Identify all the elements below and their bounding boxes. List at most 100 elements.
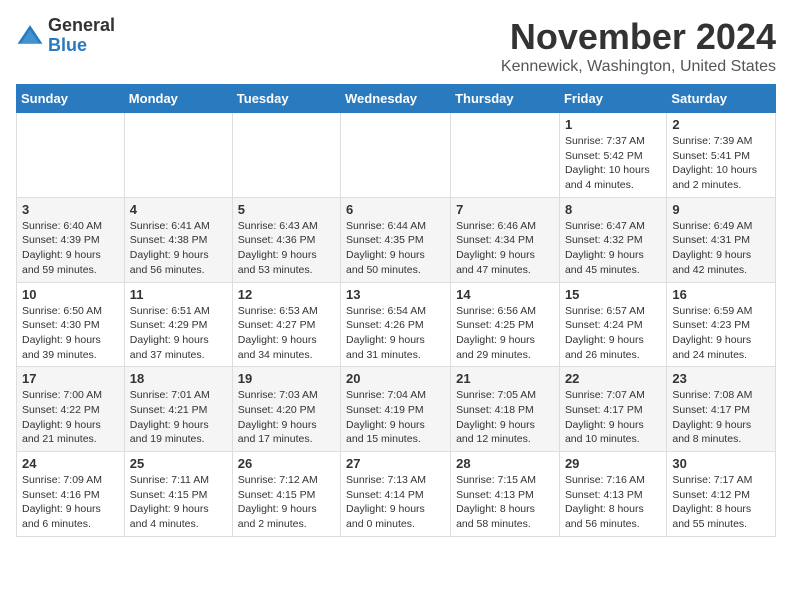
calendar-cell: 20 Sunrise: 7:04 AM Sunset: 4:19 PM Dayli… xyxy=(341,367,451,452)
day-number: 29 xyxy=(565,456,661,471)
day-info: Sunrise: 6:43 AM Sunset: 4:36 PM Dayligh… xyxy=(238,219,335,278)
day-info: Sunrise: 6:56 AM Sunset: 4:25 PM Dayligh… xyxy=(456,304,554,363)
calendar-week-row: 17 Sunrise: 7:00 AM Sunset: 4:22 PM Dayli… xyxy=(17,367,776,452)
day-info: Sunrise: 7:13 AM Sunset: 4:14 PM Dayligh… xyxy=(346,473,445,532)
weekday-header: Tuesday xyxy=(232,85,340,113)
calendar-cell: 11 Sunrise: 6:51 AM Sunset: 4:29 PM Dayli… xyxy=(124,282,232,367)
day-number: 18 xyxy=(130,371,227,386)
day-number: 16 xyxy=(672,287,770,302)
calendar-cell xyxy=(451,113,560,198)
calendar-subtitle: Kennewick, Washington, United States xyxy=(501,58,776,76)
day-number: 3 xyxy=(22,202,119,217)
day-number: 23 xyxy=(672,371,770,386)
calendar-cell: 15Sunrise: 6:57 AM Sunset: 4:24 PM Dayli… xyxy=(559,282,666,367)
weekday-header: Sunday xyxy=(17,85,125,113)
day-info: Sunrise: 7:11 AM Sunset: 4:15 PM Dayligh… xyxy=(130,473,227,532)
calendar-cell: 21Sunrise: 7:05 AM Sunset: 4:18 PM Dayli… xyxy=(451,367,560,452)
weekday-header: Saturday xyxy=(667,85,776,113)
calendar-cell xyxy=(232,113,340,198)
weekday-header: Thursday xyxy=(451,85,560,113)
day-number: 25 xyxy=(130,456,227,471)
day-number: 20 xyxy=(346,371,445,386)
day-info: Sunrise: 6:59 AM Sunset: 4:23 PM Dayligh… xyxy=(672,304,770,363)
day-number: 13 xyxy=(346,287,445,302)
calendar-cell: 13 Sunrise: 6:54 AM Sunset: 4:26 PM Dayli… xyxy=(341,282,451,367)
day-number: 1 xyxy=(565,117,661,132)
logo-line1: General xyxy=(48,16,115,36)
day-info: Sunrise: 6:44 AM Sunset: 4:35 PM Dayligh… xyxy=(346,219,445,278)
day-number: 6 xyxy=(346,202,445,217)
day-info: Sunrise: 7:01 AM Sunset: 4:21 PM Dayligh… xyxy=(130,388,227,447)
calendar-cell: 16 Sunrise: 6:59 AM Sunset: 4:23 PM Dayli… xyxy=(667,282,776,367)
calendar-cell: 2Sunrise: 7:39 AM Sunset: 5:41 PM Daylig… xyxy=(667,113,776,198)
day-number: 9 xyxy=(672,202,770,217)
logo-line2: Blue xyxy=(48,36,115,56)
header: General Blue November 2024 Kennewick, Wa… xyxy=(16,16,776,76)
day-number: 24 xyxy=(22,456,119,471)
day-number: 21 xyxy=(456,371,554,386)
day-number: 22 xyxy=(565,371,661,386)
day-info: Sunrise: 7:17 AM Sunset: 4:12 PM Dayligh… xyxy=(672,473,770,532)
day-number: 4 xyxy=(130,202,227,217)
calendar-cell xyxy=(17,113,125,198)
calendar-week-row: 24 Sunrise: 7:09 AM Sunset: 4:16 PM Dayli… xyxy=(17,452,776,537)
day-number: 15 xyxy=(565,287,661,302)
calendar-cell xyxy=(124,113,232,198)
calendar-cell: 6 Sunrise: 6:44 AM Sunset: 4:35 PM Daylig… xyxy=(341,197,451,282)
calendar-cell: 22Sunrise: 7:07 AM Sunset: 4:17 PM Dayli… xyxy=(559,367,666,452)
day-number: 14 xyxy=(456,287,554,302)
day-info: Sunrise: 7:00 AM Sunset: 4:22 PM Dayligh… xyxy=(22,388,119,447)
day-number: 5 xyxy=(238,202,335,217)
day-info: Sunrise: 7:04 AM Sunset: 4:19 PM Dayligh… xyxy=(346,388,445,447)
day-number: 12 xyxy=(238,287,335,302)
calendar-week-row: 3 Sunrise: 6:40 AM Sunset: 4:39 PM Daylig… xyxy=(17,197,776,282)
day-info: Sunrise: 6:47 AM Sunset: 4:32 PM Dayligh… xyxy=(565,219,661,278)
calendar-week-row: 1 Sunrise: 7:37 AM Sunset: 5:42 PM Daylig… xyxy=(17,113,776,198)
logo-icon xyxy=(16,22,44,50)
day-info: Sunrise: 7:08 AM Sunset: 4:17 PM Dayligh… xyxy=(672,388,770,447)
day-info: Sunrise: 7:16 AM Sunset: 4:13 PM Dayligh… xyxy=(565,473,661,532)
day-number: 7 xyxy=(456,202,554,217)
day-info: Sunrise: 7:15 AM Sunset: 4:13 PM Dayligh… xyxy=(456,473,554,532)
weekday-header: Wednesday xyxy=(341,85,451,113)
day-info: Sunrise: 6:51 AM Sunset: 4:29 PM Dayligh… xyxy=(130,304,227,363)
calendar-cell: 18 Sunrise: 7:01 AM Sunset: 4:21 PM Dayli… xyxy=(124,367,232,452)
day-number: 27 xyxy=(346,456,445,471)
day-info: Sunrise: 6:54 AM Sunset: 4:26 PM Dayligh… xyxy=(346,304,445,363)
calendar-table: SundayMondayTuesdayWednesdayThursdayFrid… xyxy=(16,84,776,537)
day-info: Sunrise: 7:39 AM Sunset: 5:41 PM Dayligh… xyxy=(672,134,770,193)
day-number: 11 xyxy=(130,287,227,302)
calendar-title: November 2024 xyxy=(501,16,776,58)
calendar-cell: 17 Sunrise: 7:00 AM Sunset: 4:22 PM Dayli… xyxy=(17,367,125,452)
calendar-cell: 8 Sunrise: 6:47 AM Sunset: 4:32 PM Daylig… xyxy=(559,197,666,282)
calendar-cell: 27 Sunrise: 7:13 AM Sunset: 4:14 PM Dayli… xyxy=(341,452,451,537)
calendar-cell: 30 Sunrise: 7:17 AM Sunset: 4:12 PM Dayli… xyxy=(667,452,776,537)
day-info: Sunrise: 6:40 AM Sunset: 4:39 PM Dayligh… xyxy=(22,219,119,278)
logo: General Blue xyxy=(16,16,115,56)
calendar-cell: 25 Sunrise: 7:11 AM Sunset: 4:15 PM Dayli… xyxy=(124,452,232,537)
title-area: November 2024 Kennewick, Washington, Uni… xyxy=(501,16,776,76)
weekday-header-row: SundayMondayTuesdayWednesdayThursdayFrid… xyxy=(17,85,776,113)
calendar-week-row: 10Sunrise: 6:50 AM Sunset: 4:30 PM Dayli… xyxy=(17,282,776,367)
day-info: Sunrise: 6:41 AM Sunset: 4:38 PM Dayligh… xyxy=(130,219,227,278)
calendar-cell: 7 Sunrise: 6:46 AM Sunset: 4:34 PM Daylig… xyxy=(451,197,560,282)
calendar-cell: 14 Sunrise: 6:56 AM Sunset: 4:25 PM Dayli… xyxy=(451,282,560,367)
day-number: 26 xyxy=(238,456,335,471)
day-number: 30 xyxy=(672,456,770,471)
calendar-cell: 4 Sunrise: 6:41 AM Sunset: 4:38 PM Daylig… xyxy=(124,197,232,282)
calendar-cell: 24 Sunrise: 7:09 AM Sunset: 4:16 PM Dayli… xyxy=(17,452,125,537)
calendar-cell: 29 Sunrise: 7:16 AM Sunset: 4:13 PM Dayli… xyxy=(559,452,666,537)
calendar-cell xyxy=(341,113,451,198)
day-number: 17 xyxy=(22,371,119,386)
day-info: Sunrise: 7:09 AM Sunset: 4:16 PM Dayligh… xyxy=(22,473,119,532)
day-number: 10 xyxy=(22,287,119,302)
calendar-cell: 12 Sunrise: 6:53 AM Sunset: 4:27 PM Dayli… xyxy=(232,282,340,367)
day-number: 28 xyxy=(456,456,554,471)
day-info: Sunrise: 7:37 AM Sunset: 5:42 PM Dayligh… xyxy=(565,134,661,193)
calendar-cell: 9Sunrise: 6:49 AM Sunset: 4:31 PM Daylig… xyxy=(667,197,776,282)
calendar-cell: 26Sunrise: 7:12 AM Sunset: 4:15 PM Dayli… xyxy=(232,452,340,537)
day-info: Sunrise: 6:53 AM Sunset: 4:27 PM Dayligh… xyxy=(238,304,335,363)
day-info: Sunrise: 6:46 AM Sunset: 4:34 PM Dayligh… xyxy=(456,219,554,278)
weekday-header: Friday xyxy=(559,85,666,113)
day-number: 8 xyxy=(565,202,661,217)
